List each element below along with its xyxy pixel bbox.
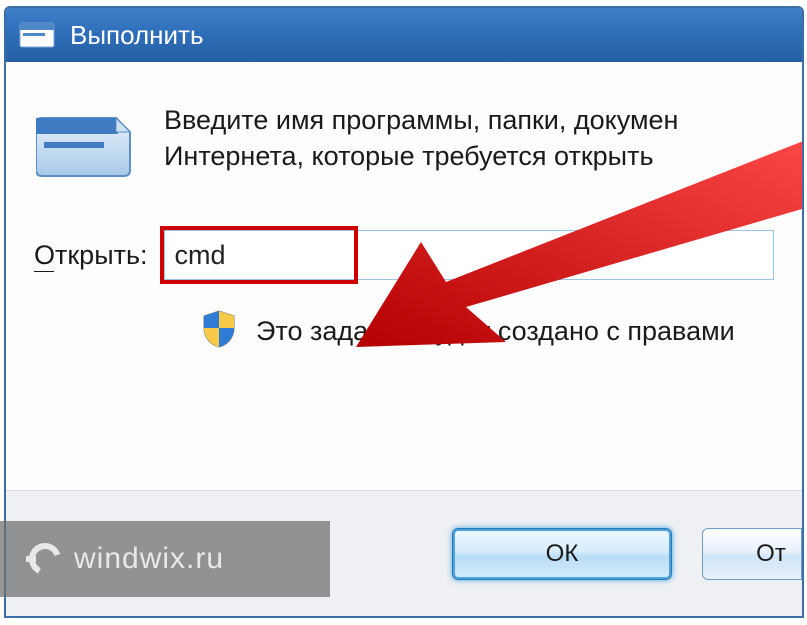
run-title-icon: [18, 21, 56, 49]
admin-note-text: Это задание будет создано с правами: [256, 316, 735, 347]
watermark-logo-icon: [26, 542, 60, 576]
window-title: Выполнить: [70, 20, 204, 51]
open-input[interactable]: [164, 230, 774, 280]
ok-button[interactable]: ОК: [452, 528, 672, 580]
open-label: Открыть:: [34, 240, 148, 271]
cancel-button[interactable]: От: [702, 528, 802, 580]
shield-icon: [202, 310, 236, 353]
watermark-bar: windwix.ru: [0, 521, 330, 597]
open-combobox[interactable]: [164, 230, 774, 280]
run-program-icon: [34, 102, 134, 182]
dialog-description: Введите имя программы, папки, докумен Ин…: [164, 102, 678, 175]
watermark-text: windwix.ru: [74, 542, 224, 576]
dialog-body: Введите имя программы, папки, докумен Ин…: [6, 62, 802, 492]
titlebar[interactable]: Выполнить: [6, 8, 802, 62]
